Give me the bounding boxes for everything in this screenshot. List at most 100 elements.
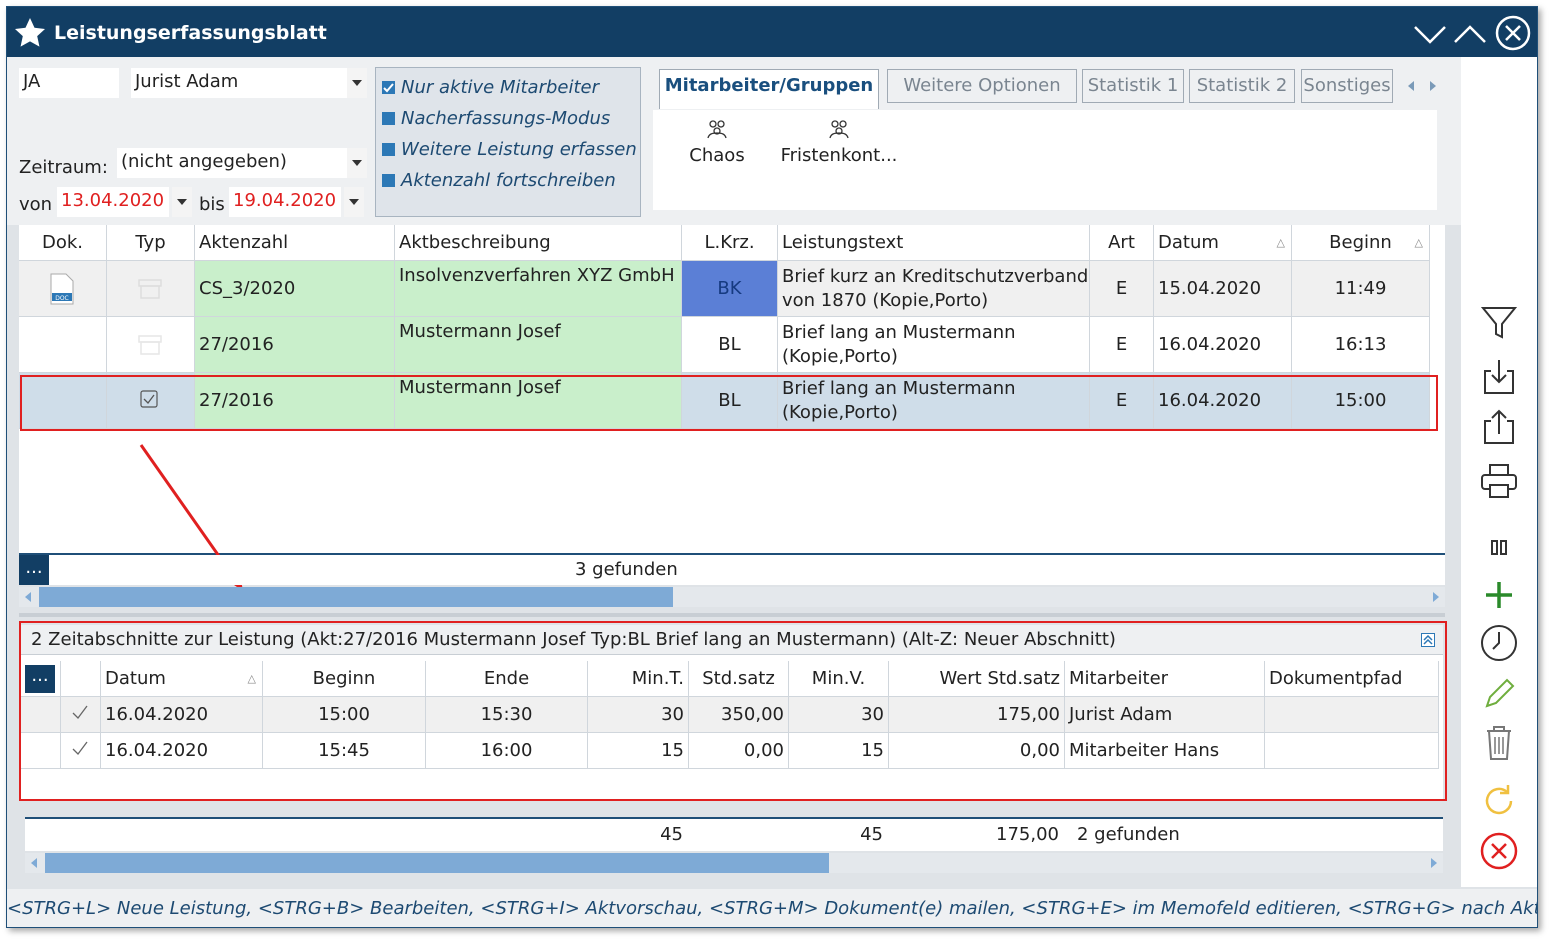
zeitraum-label: Zeitraum: [19,157,108,178]
checkbox-icon[interactable] [382,143,395,156]
aktenzahl-cell: 27/2016 [195,317,395,373]
tab-weitere-optionen[interactable]: Weitere Optionen [887,69,1077,103]
chevron-down-icon[interactable] [347,68,367,98]
scrollbar-thumb[interactable] [45,853,829,873]
chevron-right-icon[interactable] [1429,857,1439,869]
refresh-icon[interactable] [1479,781,1519,821]
datum-cell: 15.04.2020 [1154,261,1292,317]
horizontal-scrollbar[interactable] [19,587,1445,607]
checkbox-icon[interactable] [382,174,395,187]
chevron-left-icon[interactable] [29,857,39,869]
archive-icon [138,279,162,299]
archive-icon [138,335,162,355]
close-icon[interactable] [1494,14,1532,52]
kuerzel-field[interactable]: JA [19,68,119,98]
main-table-status: ... 3 gefunden [19,555,1445,585]
filter-icon[interactable] [1479,303,1519,343]
chevron-down-icon[interactable] [347,148,367,178]
chevron-left-right-icon[interactable] [1404,77,1440,95]
print-icon[interactable] [1479,461,1519,501]
column-header-art[interactable]: Art [1090,225,1154,261]
splitter[interactable] [19,613,1445,617]
group-icon [707,120,727,139]
bis-label: bis [199,194,225,215]
found-count: 3 gefunden [575,559,678,580]
column-header-lkrz[interactable]: L.Krz. [682,225,778,261]
total-wert: 175,00 [996,824,1059,845]
column-header-dok[interactable]: Dok. [19,225,107,261]
aktenzahl-cell: CS_3/2020 [195,261,395,317]
total-minv: 45 [860,824,883,845]
mitarbeiter-select[interactable]: Jurist Adam [131,68,349,98]
clock-icon[interactable] [1479,623,1519,663]
tab-mitarbeiter-gruppen[interactable]: Mitarbeiter/Gruppen [659,69,879,109]
tab-statistik-2[interactable]: Statistik 2 [1189,69,1295,103]
group-icon [829,120,849,139]
table-row[interactable] [19,317,107,373]
lkrz-cell: BK [682,261,778,317]
edit-icon[interactable] [1479,673,1519,713]
zeitraum-select[interactable]: (nicht angegeben) [117,148,349,178]
art-cell: E [1090,261,1154,317]
title-bar: Leistungserfassungsblatt [7,7,1537,57]
sort-asc-icon: △ [1414,236,1423,249]
window-title: Leistungserfassungsblatt [54,22,327,44]
column-header-typ[interactable]: Typ [107,225,195,261]
options-box: Nur aktive Mitarbeiter Nacherfassungs-Mo… [375,67,641,217]
tab-scroll-arrows[interactable] [1404,77,1440,95]
highlight-frame [20,375,1438,431]
option-nur-aktive[interactable]: Nur aktive Mitarbeiter [382,77,599,98]
art-cell: E [1090,317,1154,373]
groups-panel: Chaos Fristenkont... [653,110,1437,210]
chevron-down-icon[interactable] [1412,17,1448,49]
leistungstext-cell: Brief kurz an Kreditschutzverband von 187… [778,261,1090,317]
doc-file-icon[interactable]: DOC [49,273,75,305]
cancel-icon[interactable] [1479,831,1519,871]
column-header-datum[interactable]: Datum △ [1154,225,1292,261]
column-header-aktenzahl[interactable]: Aktenzahl [195,225,395,261]
chevron-left-icon[interactable] [23,591,33,603]
table-row[interactable]: DOC [19,261,107,317]
totals-row: 45 45 175,00 2 gefunden [25,819,1443,851]
svg-text:DOC: DOC [55,295,69,302]
chevron-right-icon[interactable] [1431,591,1441,603]
column-chooser-button[interactable]: ... [19,555,49,585]
action-sidebar [1461,57,1537,887]
found-count: 2 gefunden [1077,824,1180,845]
option-aktenzahl[interactable]: Aktenzahl fortschreiben [382,170,616,191]
option-nacherfassung[interactable]: Nacherfassungs-Modus [382,108,610,129]
option-weitere-leistung[interactable]: Weitere Leistung erfassen [382,139,637,160]
typ-cell [107,317,195,373]
chevron-up-icon[interactable] [1452,17,1488,49]
export-icon[interactable] [1479,407,1519,447]
tab-sonstiges[interactable]: Sonstiges [1301,69,1393,103]
sort-asc-icon: △ [1276,236,1285,249]
column-header-beginn[interactable]: Beginn △ [1292,225,1430,261]
highlight-frame [19,621,1447,801]
beginn-cell: 11:49 [1292,261,1430,317]
horizontal-scrollbar[interactable] [25,853,1443,873]
shortcut-hint: <STRG+L> Neue Leistung, <STRG+B> Bearbei… [7,889,1537,927]
group-fristenkont[interactable]: Fristenkont... [779,118,899,166]
delete-icon[interactable] [1479,723,1519,763]
bis-date-field[interactable]: 19.04.2020 [229,187,341,217]
leistungserfassung-window: Leistungserfassungsblatt JA Jurist Adam … [6,6,1538,928]
lkrz-cell: BL [682,317,778,373]
column-header-aktbeschreibung[interactable]: Aktbeschreibung [395,225,682,261]
tab-statistik-1[interactable]: Statistik 1 [1082,69,1184,103]
von-date-field[interactable]: 13.04.2020 [57,187,169,217]
chevron-down-icon[interactable] [344,187,364,217]
chevron-down-icon[interactable] [172,187,192,217]
column-header-leistungstext[interactable]: Leistungstext [778,225,1090,261]
leistungstext-cell: Brief lang an Mustermann (Kopie,Porto) [778,317,1090,373]
total-mint: 45 [660,824,683,845]
columns-icon[interactable] [1479,527,1519,567]
add-icon[interactable] [1479,575,1519,615]
aktbeschreibung-cell: Insolvenzverfahren XYZ GmbH [395,261,682,317]
group-chaos[interactable]: Chaos [677,118,757,166]
import-icon[interactable] [1479,357,1519,397]
beginn-cell: 16:13 [1292,317,1430,373]
scrollbar-thumb[interactable] [39,587,673,607]
checkbox-icon[interactable] [382,112,395,125]
checkbox-checked-icon[interactable] [382,81,395,94]
